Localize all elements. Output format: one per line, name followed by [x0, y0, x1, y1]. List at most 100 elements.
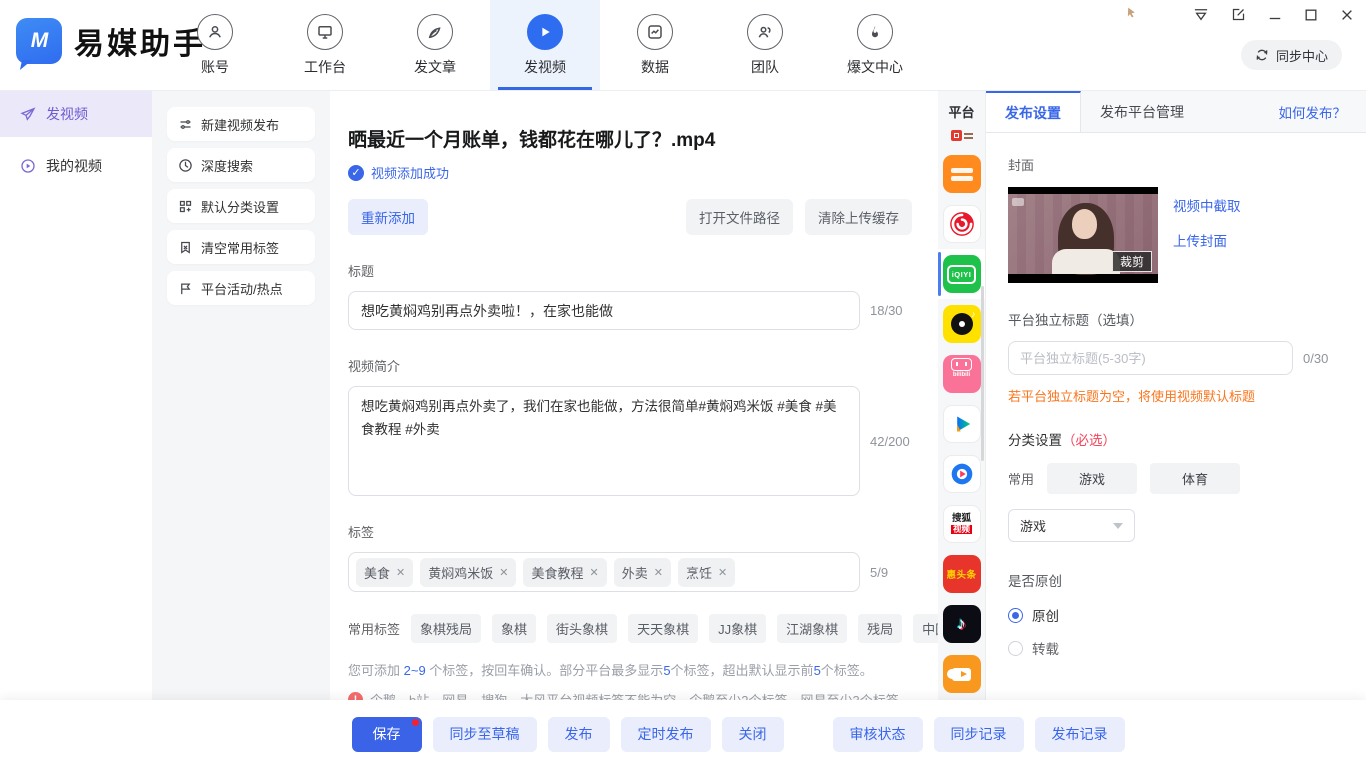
common-tag[interactable]: 江湖象棋 — [777, 614, 847, 643]
nav-data[interactable]: 数据 — [600, 0, 710, 90]
publish-log-button[interactable]: 发布记录 — [1035, 717, 1125, 752]
common-tag[interactable]: JJ象棋 — [709, 614, 766, 643]
tag-text: 烹饪 — [686, 563, 712, 582]
douyin-icon: ♪ — [943, 605, 981, 643]
left-sidebar: 发视频 我的视频 — [0, 91, 152, 700]
play-circle-icon — [20, 158, 36, 174]
new-video-publish-label: 新建视频发布 — [201, 115, 279, 134]
publish-button[interactable]: 发布 — [548, 717, 610, 752]
radio-repost-label: 转载 — [1032, 638, 1059, 658]
crop-button[interactable]: 裁剪 — [1112, 251, 1152, 272]
independent-title-row: 0/30 — [1008, 341, 1344, 375]
sidebar-item-my-videos[interactable]: 我的视频 — [0, 143, 152, 189]
radio-original[interactable]: 原创 — [1008, 605, 1344, 625]
new-video-publish-button[interactable]: 新建视频发布 — [167, 107, 315, 141]
cover-links: 视频中截取 上传封面 — [1173, 187, 1241, 283]
nav-article[interactable]: 发文章 — [380, 0, 490, 90]
tab-platform-manage[interactable]: 发布平台管理 — [1081, 91, 1203, 132]
platform-orange-app[interactable] — [938, 149, 985, 199]
sync-draft-button[interactable]: 同步至草稿 — [433, 717, 537, 752]
platform-iqiyi-selected[interactable]: iQIYI — [938, 249, 985, 299]
minimize-icon[interactable] — [1268, 8, 1282, 22]
nav-workbench[interactable]: 工作台 — [270, 0, 380, 90]
clear-tags-label: 清空常用标签 — [201, 238, 279, 257]
platform-hui-toutiao[interactable]: 惠头条 — [938, 549, 985, 599]
category-select[interactable]: 游戏 — [1008, 509, 1135, 542]
common-tag[interactable]: 象棋残局 — [411, 614, 481, 643]
phoenix-swirl-icon — [943, 205, 981, 243]
platform-scrollbar[interactable] — [981, 286, 984, 461]
sync-center-button[interactable]: 同步中心 — [1241, 40, 1342, 70]
save-button[interactable]: 保存 — [352, 717, 422, 752]
close-icon[interactable] — [1340, 8, 1354, 22]
sohu-video-icon: 搜狐 视频 — [943, 505, 981, 543]
how-to-publish-link[interactable]: 如何发布？ — [1279, 102, 1347, 122]
tab-publish-settings[interactable]: 发布设置 — [986, 91, 1081, 132]
radio-repost[interactable]: 转载 — [1008, 638, 1344, 658]
refresh-icon — [1255, 48, 1269, 62]
panel-body: 封面 裁剪 视频中截取 上传封面 平台独立标题（选填） 0/30 若平台独立标题… — [986, 155, 1366, 658]
category-game-button[interactable]: 游戏 — [1047, 463, 1137, 494]
default-category-label: 默认分类设置 — [201, 197, 279, 216]
platform-bilibili[interactable]: bilibili — [938, 349, 985, 399]
tag-clear-icon — [178, 240, 193, 255]
capture-from-video-link[interactable]: 视频中截取 — [1173, 195, 1241, 215]
remove-tag-icon[interactable]: ✕ — [589, 566, 598, 579]
independent-title-input[interactable] — [1008, 341, 1293, 375]
desc-field-label: 视频简介 — [348, 356, 912, 375]
tags-hint: 您可添加 2~9 个标签，按回车确认。部分平台最多显示5个标签，超出默认显示前5… — [348, 660, 912, 679]
nav-video[interactable]: 发视频 — [490, 0, 600, 90]
orange-app-icon — [943, 155, 981, 193]
common-tag[interactable]: 象棋 — [492, 614, 536, 643]
nav-hot-center[interactable]: 爆文中心 — [820, 0, 930, 90]
title-input[interactable] — [348, 291, 860, 330]
remove-tag-icon[interactable]: ✕ — [499, 566, 508, 579]
schedule-publish-button[interactable]: 定时发布 — [621, 717, 711, 752]
tags-input[interactable]: 美食✕ 黄焖鸡米饭✕ 美食教程✕ 外卖✕ 烹饪✕ — [348, 552, 860, 592]
upload-status-text: 视频添加成功 — [371, 163, 449, 182]
platform-list: iQIYI ♪ bilibili 搜 — [938, 149, 985, 699]
platform-activity-button[interactable]: 平台活动/热点 — [167, 271, 315, 305]
hint-number: 5 — [814, 663, 821, 678]
platform-kuaishou[interactable] — [938, 649, 985, 699]
maximize-icon[interactable] — [1304, 8, 1318, 22]
deep-search-button[interactable]: 深度搜索 — [167, 148, 315, 182]
common-tags-label: 常用标签 — [348, 619, 400, 638]
platform-column-label: 平台 — [948, 102, 974, 121]
platform-tencent-video[interactable] — [938, 399, 985, 449]
menu-dropdown-icon[interactable] — [1193, 8, 1209, 22]
platform-sohu-video[interactable]: 搜狐 视频 — [938, 499, 985, 549]
remove-tag-icon[interactable]: ✕ — [718, 566, 727, 579]
audit-status-button[interactable]: 审核状态 — [833, 717, 923, 752]
clear-upload-cache-button[interactable]: 清除上传缓存 — [805, 199, 912, 235]
remove-tag-icon[interactable]: ✕ — [654, 566, 663, 579]
common-tag[interactable]: 残局 — [858, 614, 902, 643]
sidebar-item-publish-video[interactable]: 发视频 — [0, 91, 152, 137]
independent-title-label: 平台独立标题（选填） — [1008, 309, 1344, 329]
cursor-icon — [1125, 6, 1138, 24]
sidebar-my-videos-label: 我的视频 — [46, 156, 102, 176]
feedback-icon[interactable] — [1231, 7, 1246, 22]
open-file-path-button[interactable]: 打开文件路径 — [686, 199, 793, 235]
top-nav: 账号 工作台 发文章 发视频 数据 — [160, 0, 930, 90]
desc-textarea[interactable]: 想吃黄焖鸡别再点外卖了，我们在家也能做，方法很简单#黄焖鸡米饭 #美食 #美食教… — [348, 386, 860, 496]
nav-article-label: 发文章 — [414, 57, 456, 77]
platform-yellow-music[interactable]: ♪ — [938, 299, 985, 349]
remove-tag-icon[interactable]: ✕ — [396, 566, 405, 579]
default-category-button[interactable]: 默认分类设置 — [167, 189, 315, 223]
sync-log-button[interactable]: 同步记录 — [934, 717, 1024, 752]
platform-phoenix-video[interactable] — [938, 199, 985, 249]
cover-thumbnail[interactable]: 裁剪 — [1008, 187, 1158, 283]
clear-tags-button[interactable]: 清空常用标签 — [167, 230, 315, 264]
nav-account[interactable]: 账号 — [160, 0, 270, 90]
close-button[interactable]: 关闭 — [722, 717, 784, 752]
platform-haokan-video[interactable] — [938, 449, 985, 499]
platform-douyin[interactable]: ♪ — [938, 599, 985, 649]
upload-cover-link[interactable]: 上传封面 — [1173, 230, 1241, 250]
common-tag[interactable]: 街头象棋 — [547, 614, 617, 643]
nav-team[interactable]: 团队 — [710, 0, 820, 90]
common-tag[interactable]: 天天象棋 — [628, 614, 698, 643]
mini-text-lines — [964, 133, 973, 139]
category-sports-button[interactable]: 体育 — [1150, 463, 1240, 494]
readd-video-button[interactable]: 重新添加 — [348, 199, 428, 235]
